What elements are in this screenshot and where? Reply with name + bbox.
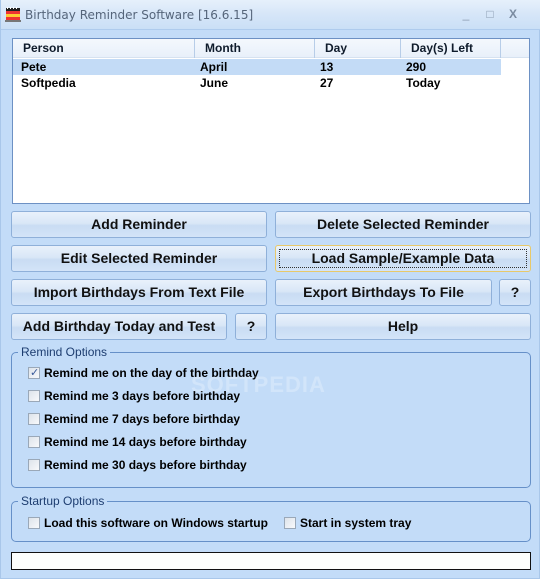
checkbox-label: Load this software on Windows startup: [44, 516, 268, 530]
cell-days-left: 290: [406, 60, 427, 74]
column-days-left[interactable]: Day(s) Left: [401, 39, 501, 58]
column-month[interactable]: Month: [195, 39, 315, 58]
birthday-list[interactable]: Person Month Day Day(s) Left Pete April …: [12, 38, 530, 204]
remind-options-group: Remind Options ✓ Remind me on the day of…: [11, 345, 531, 488]
list-row[interactable]: Softpedia June 27 Today: [13, 75, 501, 91]
add-today-help-button[interactable]: ?: [235, 313, 267, 340]
add-birthday-today-test-button[interactable]: Add Birthday Today and Test: [11, 313, 227, 340]
startup-options-group: Startup Options Load this software on Wi…: [11, 494, 531, 542]
cell-days-left: Today: [406, 76, 441, 90]
checkbox-box: [28, 459, 40, 471]
delete-selected-reminder-button[interactable]: Delete Selected Reminder: [275, 211, 531, 238]
checkbox-label: Remind me 3 days before birthday: [44, 389, 241, 403]
maximize-button[interactable]: □: [481, 6, 499, 22]
add-reminder-button[interactable]: Add Reminder: [11, 211, 267, 238]
remind-options-title: Remind Options: [18, 345, 111, 359]
checkbox-label: Remind me on the day of the birthday: [44, 366, 259, 380]
cell-month: April: [200, 60, 228, 74]
cell-person: Softpedia: [21, 76, 76, 90]
birthday-cake-icon: [5, 7, 21, 23]
list-row[interactable]: Pete April 13 290: [13, 59, 501, 75]
checkbox-label: Remind me 7 days before birthday: [44, 412, 241, 426]
window-title: Birthday Reminder Software [16.6.15]: [25, 8, 254, 22]
load-sample-data-button[interactable]: Load Sample/Example Data: [275, 245, 531, 272]
close-button[interactable]: X: [504, 6, 522, 22]
cell-month: June: [200, 76, 229, 90]
checkbox-box: ✓: [28, 367, 40, 379]
status-bar: [11, 552, 531, 570]
focus-ring: [279, 249, 527, 268]
cell-day: 13: [320, 60, 334, 74]
export-help-button[interactable]: ?: [499, 279, 531, 306]
checkbox-box: [28, 390, 40, 402]
startup-options-title: Startup Options: [18, 494, 108, 508]
checkbox-box: [28, 413, 40, 425]
cell-day: 27: [320, 76, 334, 90]
column-person[interactable]: Person: [13, 39, 195, 58]
checkbox-box: [28, 517, 40, 529]
check-icon: ✓: [30, 367, 40, 379]
export-birthdays-button[interactable]: Export Birthdays To File: [275, 279, 492, 306]
checkbox-label: Remind me 30 days before birthday: [44, 458, 247, 472]
checkbox-label: Start in system tray: [300, 516, 412, 530]
list-header: Person Month Day Day(s) Left: [13, 39, 529, 58]
checkbox-box: [284, 517, 296, 529]
title-bar: Birthday Reminder Software [16.6.15] _ □…: [1, 0, 540, 30]
help-button[interactable]: Help: [275, 313, 531, 340]
cell-person: Pete: [21, 60, 47, 74]
column-day[interactable]: Day: [315, 39, 401, 58]
edit-selected-reminder-button[interactable]: Edit Selected Reminder: [11, 245, 267, 272]
checkbox-label: Remind me 14 days before birthday: [44, 435, 247, 449]
import-birthdays-button[interactable]: Import Birthdays From Text File: [11, 279, 267, 306]
app-window: Birthday Reminder Software [16.6.15] _ □…: [0, 0, 540, 579]
minimize-button[interactable]: _: [457, 6, 475, 22]
checkbox-box: [28, 436, 40, 448]
